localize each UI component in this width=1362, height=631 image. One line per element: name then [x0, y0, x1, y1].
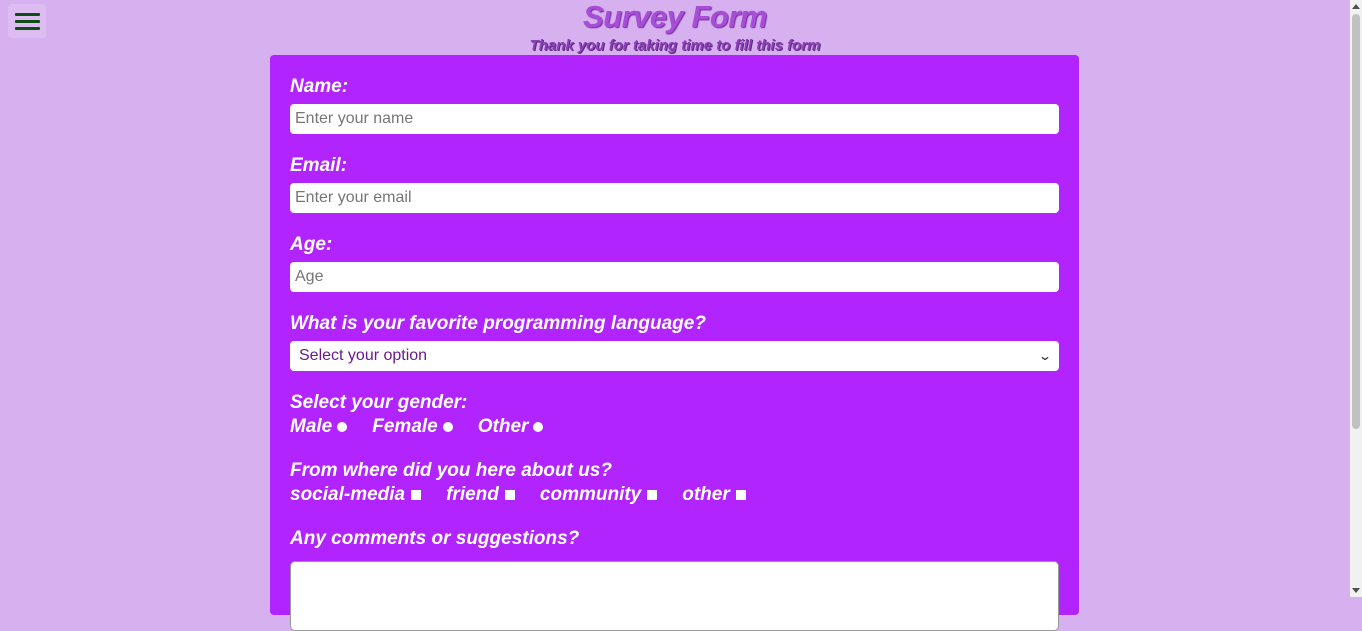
source-option-label: community: [539, 484, 642, 505]
scroll-down-arrow-icon[interactable]: [1352, 588, 1360, 593]
gender-option-label: Male: [290, 416, 333, 437]
comments-textarea[interactable]: [290, 561, 1059, 631]
gender-option-male[interactable]: Male: [290, 416, 348, 438]
email-input[interactable]: Enter your email: [290, 183, 1059, 213]
gender-options: Male Female Other: [290, 416, 568, 438]
gender-option-label: Other: [477, 416, 529, 437]
source-option-label: friend: [446, 484, 499, 505]
checkbox[interactable]: [735, 490, 746, 500]
comments-label: Any comments or suggestions?: [290, 528, 580, 549]
source-option-social-media[interactable]: social-media: [290, 484, 422, 506]
vertical-scrollbar[interactable]: [1350, 0, 1362, 597]
language-selected-value: Select your option: [299, 347, 428, 364]
gender-option-label: Female: [372, 416, 438, 437]
name-label: Name:: [290, 76, 349, 97]
survey-form: Name: Enter your name Email: Enter your …: [270, 55, 1079, 631]
radio-button[interactable]: [533, 422, 544, 432]
page-title: Survey Form: [582, 0, 768, 34]
source-label: From where did you here about us?: [290, 460, 612, 481]
source-option-friend[interactable]: friend: [446, 484, 515, 506]
source-options: social-media friend community other: [290, 484, 771, 506]
age-label: Age:: [290, 234, 333, 255]
chevron-down-icon: ⌄: [1037, 349, 1053, 363]
email-label: Email:: [290, 155, 348, 176]
checkbox[interactable]: [647, 490, 658, 500]
scroll-up-arrow-icon[interactable]: [1352, 4, 1360, 9]
age-input[interactable]: Age: [290, 262, 1059, 292]
language-label: What is your favorite programming langua…: [290, 313, 706, 334]
checkbox[interactable]: [504, 490, 515, 500]
gender-option-female[interactable]: Female: [372, 416, 453, 438]
source-option-label: other: [682, 484, 730, 505]
name-placeholder: Enter your name: [295, 110, 414, 127]
checkbox[interactable]: [411, 490, 422, 500]
page-subtitle: Thank you for taking time to fill this f…: [529, 37, 821, 54]
gender-option-other[interactable]: Other: [478, 416, 544, 438]
source-option-label: social-media: [290, 484, 406, 505]
age-placeholder: Age: [295, 268, 324, 285]
radio-button[interactable]: [442, 422, 453, 432]
name-input[interactable]: Enter your name: [290, 104, 1059, 134]
scrollbar-thumb[interactable]: [1352, 14, 1360, 429]
source-option-community[interactable]: community: [539, 484, 658, 506]
gender-label: Select your gender:: [290, 392, 468, 413]
language-select[interactable]: Select your option ⌄: [290, 341, 1059, 371]
email-placeholder: Enter your email: [295, 189, 412, 206]
radio-button[interactable]: [337, 422, 348, 432]
source-option-other[interactable]: other: [682, 484, 746, 506]
